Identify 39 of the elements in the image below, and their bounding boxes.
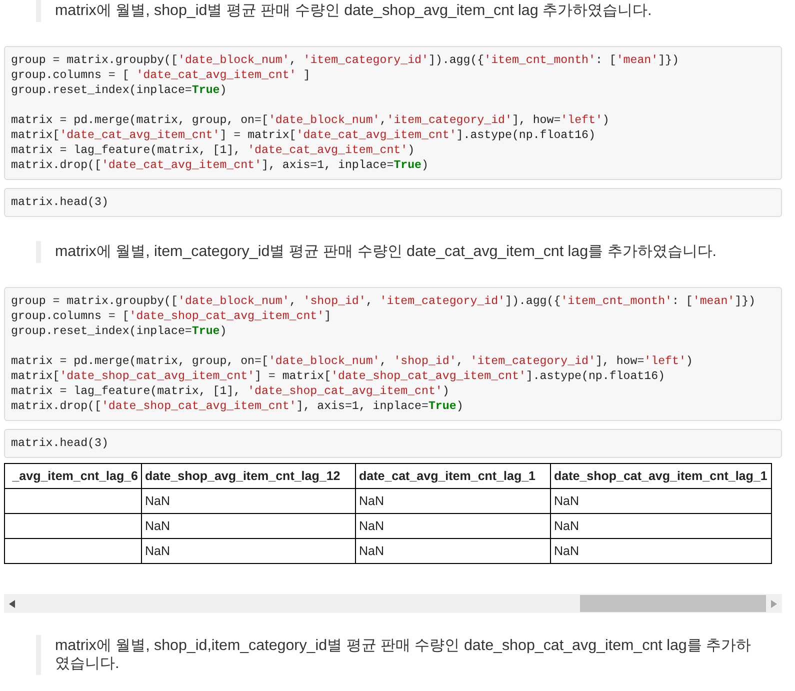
table-cell: NaN <box>550 538 772 564</box>
code-line: matrix = lag_feature(matrix, [1], 'date_cat_avg_item_cnt') <box>11 143 416 158</box>
note-text: matrix에 월별, shop_id별 평균 판매 수량인 date_shop_avg_item_cnt lag 추가하였습니다. <box>55 1 652 21</box>
code-line: group.columns = ['date_shop_cat_avg_item_cnt'] <box>11 309 332 324</box>
code-line: group.reset_index(inplace=True) <box>11 83 228 98</box>
code-line: group.columns = [ 'date_cat_avg_item_cnt' ] <box>11 68 312 83</box>
code-cell[interactable] <box>4 287 782 421</box>
scrollbar-thumb[interactable] <box>580 595 766 612</box>
note-text: matrix에 월별, item_category_id별 평균 판매 수량인 date_cat_avg_item_cnt lag를 추가하였습니다. <box>55 242 717 262</box>
code-cell[interactable]: matrix.head(3) <box>4 429 782 458</box>
table-cell: NaN <box>356 514 550 538</box>
code-line: matrix['date_shop_cat_avg_item_cnt'] = matrix['date_shop_cat_avg_item_cnt'].astype(np.float16) <box>11 369 666 384</box>
note-text: matrix에 월별, shop_id,item_category_id별 평균 판매 수량인 date_shop_cat_avg_item_cnt lag를 추가하였습니다. <box>55 636 752 674</box>
column-header: date_shop_avg_item_cnt_lag_12 <box>142 464 356 488</box>
column-header: _avg_item_cnt_lag_6 <box>4 464 142 488</box>
horizontal-scrollbar[interactable] <box>4 594 782 613</box>
code-line: matrix.drop(['date_cat_avg_item_cnt'], axis=1, inplace=True) <box>11 158 430 173</box>
code-line: matrix = pd.merge(matrix, group, on=['date_block_num','item_category_id'], how='left') <box>11 113 610 128</box>
table-cell: NaN <box>356 538 550 564</box>
table-cell: NaN <box>142 488 356 514</box>
table-cell: NaN <box>142 514 356 538</box>
code-line: matrix = pd.merge(matrix, group, on=['date_block_num', 'shop_id', 'item_category_id'], how='left') <box>11 354 694 369</box>
code-line: group = matrix.groupby(['date_block_num', 'shop_id', 'item_category_id']).agg({'item_cnt_month': ['mean']}) <box>11 294 757 309</box>
column-header: date_cat_avg_item_cnt_lag_1 <box>356 464 550 488</box>
code-line: matrix = lag_feature(matrix, [1], 'date_shop_cat_avg_item_cnt') <box>11 384 450 399</box>
code-line: matrix['date_cat_avg_item_cnt'] = matrix['date_cat_avg_item_cnt'].astype(np.float16) <box>11 128 596 143</box>
code-cell[interactable]: matrix.head(3) <box>4 188 782 217</box>
code-line: matrix.head(3) <box>11 436 110 451</box>
table-cell: NaN <box>550 514 772 538</box>
code-cell[interactable] <box>4 46 782 180</box>
column-header: date_shop_cat_avg_item_cnt_lag_1 <box>550 464 772 488</box>
scroll-left-icon[interactable] <box>9 600 15 608</box>
code-line: group.reset_index(inplace=True) <box>11 324 228 339</box>
table-cell: NaN <box>356 488 550 514</box>
table-cell: NaN <box>142 538 356 564</box>
code-line: matrix.drop(['date_shop_cat_avg_item_cnt'], axis=1, inplace=True) <box>11 399 464 414</box>
code-line: group = matrix.groupby(['date_block_num', 'item_category_id']).agg({'item_cnt_month': ['mean']}) <box>11 53 680 68</box>
table-cell: NaN <box>550 488 772 514</box>
code-line: matrix.head(3) <box>11 195 110 210</box>
